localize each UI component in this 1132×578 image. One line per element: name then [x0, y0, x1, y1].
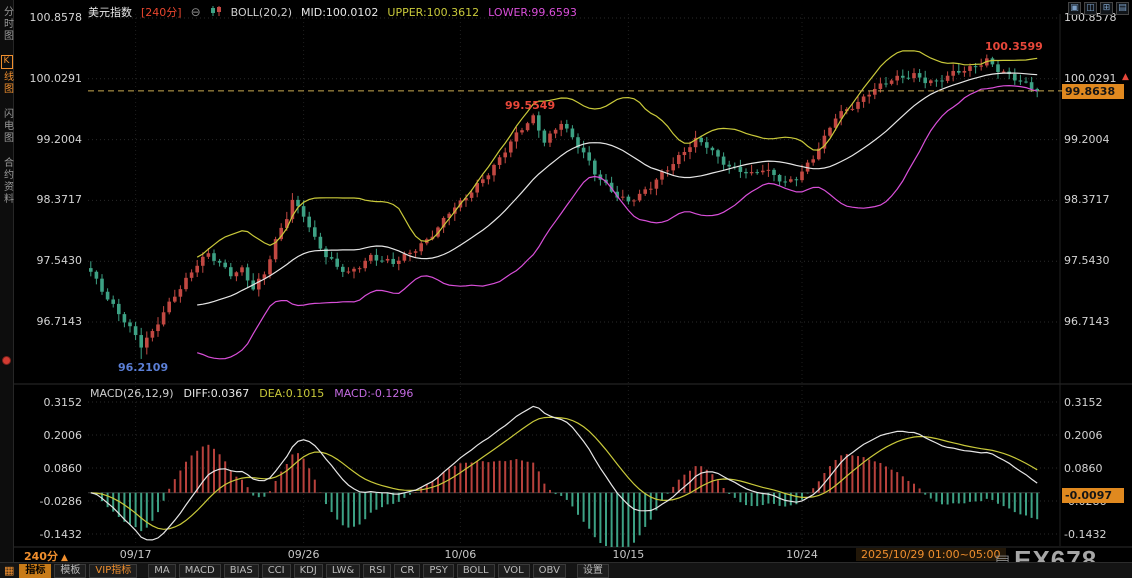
boll-lower-value: LOWER:99.6593 — [488, 5, 577, 19]
layout-list-icon[interactable]: ▤ — [1116, 2, 1129, 15]
main-y-tick-label: 98.3717 — [36, 193, 83, 207]
swing-high-annotation: 99.5549 — [505, 99, 556, 112]
low-price-annotation: 96.2109 — [118, 361, 169, 374]
left-sidebar: 分时图 K线图闪电图合约资料 — [0, 0, 14, 578]
macd-y-tick-label: -0.0286 — [39, 495, 82, 508]
indicator-button-cr[interactable]: CR — [394, 563, 421, 578]
macd-y-tick-label: 0.0860 — [1064, 462, 1103, 475]
macd-y-tick-label: 0.0860 — [43, 462, 83, 475]
main-y-tick-label: 100.0291 — [1064, 71, 1117, 85]
current-macd-badge: -0.0097 — [1062, 488, 1124, 503]
macd-hist-value: MACD:-0.1296 — [334, 387, 414, 400]
main-y-tick-label: 100.0291 — [29, 71, 83, 85]
main-y-tick-label: 97.5430 — [36, 254, 83, 268]
indicator-button-obv[interactable]: OBV — [532, 563, 566, 578]
tab-vip-indicators[interactable]: VIP指标 — [89, 563, 138, 578]
trading-app: 分时图 K线图闪电图合约资料 美元指数 [240分] ⊖ BOLL(20,2) M… — [0, 0, 1132, 578]
layout-grid-icon[interactable]: ⊞ — [1100, 2, 1113, 15]
indicator-button-macd[interactable]: MACD — [178, 563, 221, 578]
macd-y-tick-label: 0.2006 — [1064, 429, 1103, 442]
main-y-tick-label: 96.7143 — [1064, 315, 1110, 328]
x-axis-label: 10/15 — [612, 548, 645, 561]
macd-label: MACD(26,12,9) — [90, 387, 174, 400]
layout-split-icon[interactable]: ◫ — [1084, 2, 1097, 15]
current-price-badge: 99.8638 — [1062, 84, 1124, 99]
x-axis-label: 10/24 — [786, 548, 818, 561]
window-controls: ▣ ◫ ⊞ ▤ — [1068, 2, 1129, 15]
boll-upper-value: UPPER:100.3612 — [387, 5, 480, 19]
kline-icon — [210, 5, 222, 20]
tab-templates[interactable]: 模板 — [54, 563, 87, 578]
indicator-button-vol[interactable]: VOL — [497, 563, 530, 578]
indicator-button-psy[interactable]: PSY — [423, 563, 454, 578]
main-y-tick-label: 96.7143 — [36, 315, 83, 328]
macd-y-tick-label: 0.3152 — [43, 396, 83, 409]
macd-header: MACD(26,12,9) DIFF:0.0367 DEA:0.1015 MAC… — [90, 387, 413, 400]
boll-label: BOLL(20,2) — [230, 5, 292, 19]
current-candle-time: 2025/10/29 01:00~05:00 — [856, 548, 1006, 561]
indicator-button-kdj[interactable]: KDJ — [293, 563, 323, 578]
x-axis: 240分 ▲ 09/17 09/26 10/06 10/15 10/24 2025/10/… — [14, 548, 1132, 563]
indicator-button-cci[interactable]: CCI — [261, 563, 291, 578]
x-axis-label: 09/17 — [119, 548, 152, 561]
macd-dea-value: DEA:0.1015 — [259, 387, 325, 400]
red-dot-icon[interactable] — [2, 356, 11, 365]
main-y-tick-label: 100.8578 — [29, 11, 83, 24]
x-axis-label: 09/26 — [287, 548, 320, 561]
indicator-button-ma[interactable]: MA — [148, 563, 176, 578]
tab-indicators[interactable]: 指标 — [19, 563, 52, 578]
main-y-tick-label: 97.5430 — [1064, 254, 1110, 268]
high-price-annotation: 100.3599 — [985, 40, 1043, 53]
settings-button[interactable]: 设置 — [576, 563, 609, 578]
tab-kline-chart[interactable]: K线图 — [0, 55, 13, 95]
tab-time-chart[interactable]: 分时图 — [1, 6, 13, 42]
x-axis-label: 10/06 — [444, 548, 477, 561]
indicator-button-rsi[interactable]: RSI — [363, 563, 392, 578]
period-label: [240分] — [141, 6, 182, 19]
bottom-toolbar: ▦ 指标 模板 VIP指标 MA MACD BIAS CCI KDJ LW& RSI CR PSY BOL… — [0, 562, 1132, 578]
chart-header: 美元指数 [240分] ⊖ BOLL(20,2) MID:100.0102 UP… — [88, 4, 577, 20]
macd-y-tick-label: 0.3152 — [1064, 396, 1103, 409]
collapse-icon[interactable]: ⊖ — [191, 5, 201, 19]
main-y-tick-label: 98.3717 — [1064, 193, 1110, 207]
symbol-name: 美元指数 — [88, 6, 132, 19]
indicator-button-bias[interactable]: BIAS — [223, 563, 259, 578]
macd-y-tick-label: 0.2006 — [43, 429, 83, 442]
tab-flash-chart[interactable]: 闪电图 — [1, 108, 13, 144]
layout-full-icon[interactable]: ▣ — [1068, 2, 1081, 15]
macd-y-tick-label: -0.1432 — [39, 528, 82, 541]
indicator-button-lw[interactable]: LW& — [325, 563, 361, 578]
price-up-arrow-icon: ▲ — [1122, 72, 1129, 82]
main-y-tick-label: 99.2004 — [1064, 132, 1110, 146]
boll-mid-value: MID:100.0102 — [301, 5, 379, 19]
indicator-panel-icon[interactable]: ▦ — [4, 564, 14, 577]
indicator-button-boll[interactable]: BOLL — [456, 563, 495, 578]
main-y-tick-label: 99.2004 — [36, 132, 83, 146]
macd-y-tick-label: -0.1432 — [1064, 528, 1107, 541]
macd-diff-value: DIFF:0.0367 — [183, 387, 250, 400]
chart-canvas[interactable] — [0, 0, 1132, 578]
tab-contract-info[interactable]: 合约资料 — [1, 157, 13, 205]
